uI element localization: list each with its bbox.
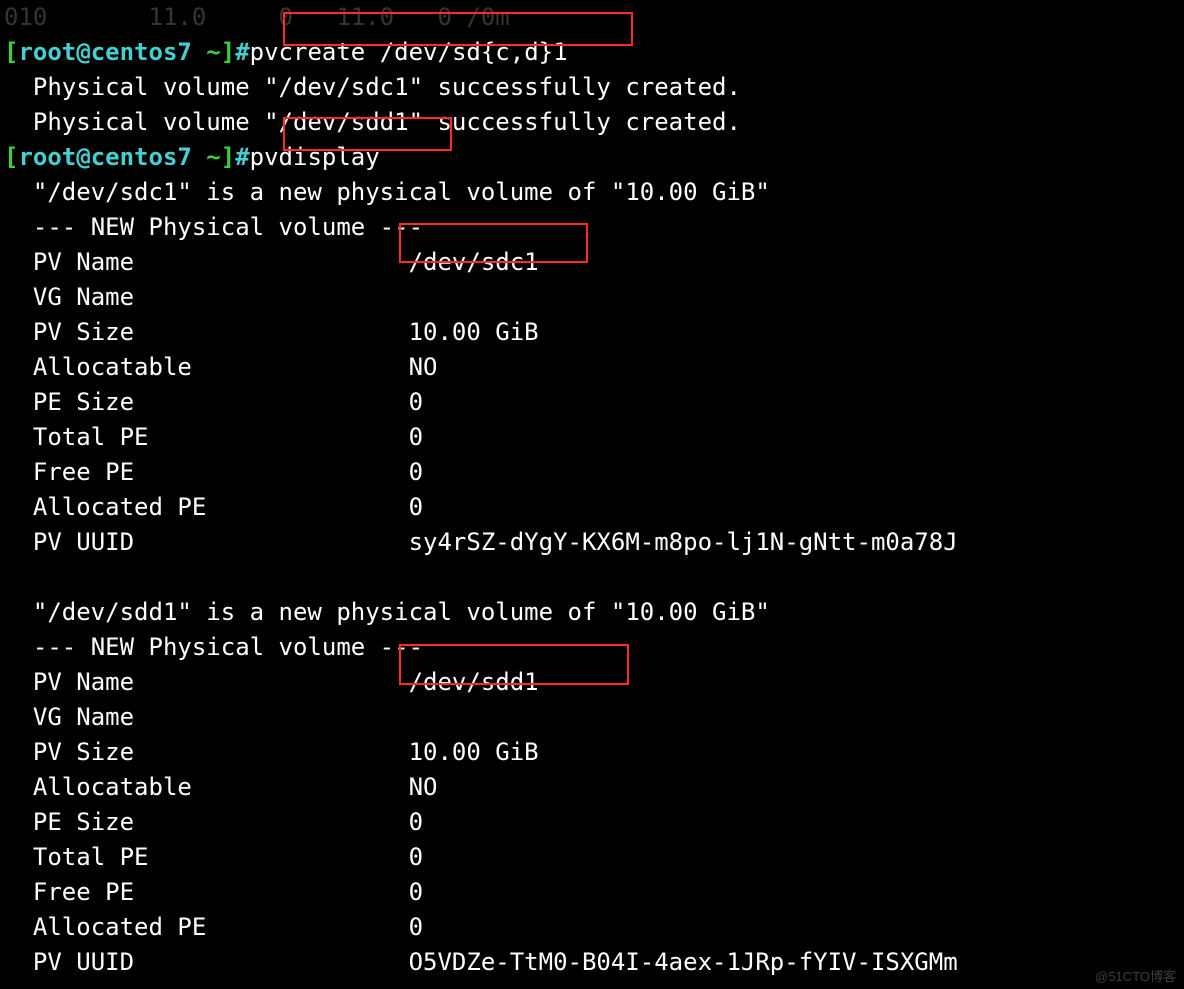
terminal-output[interactable]: 010 11.0 0 11.0 0 /0m [root@centos7 ~]#p… [0,0,1184,980]
